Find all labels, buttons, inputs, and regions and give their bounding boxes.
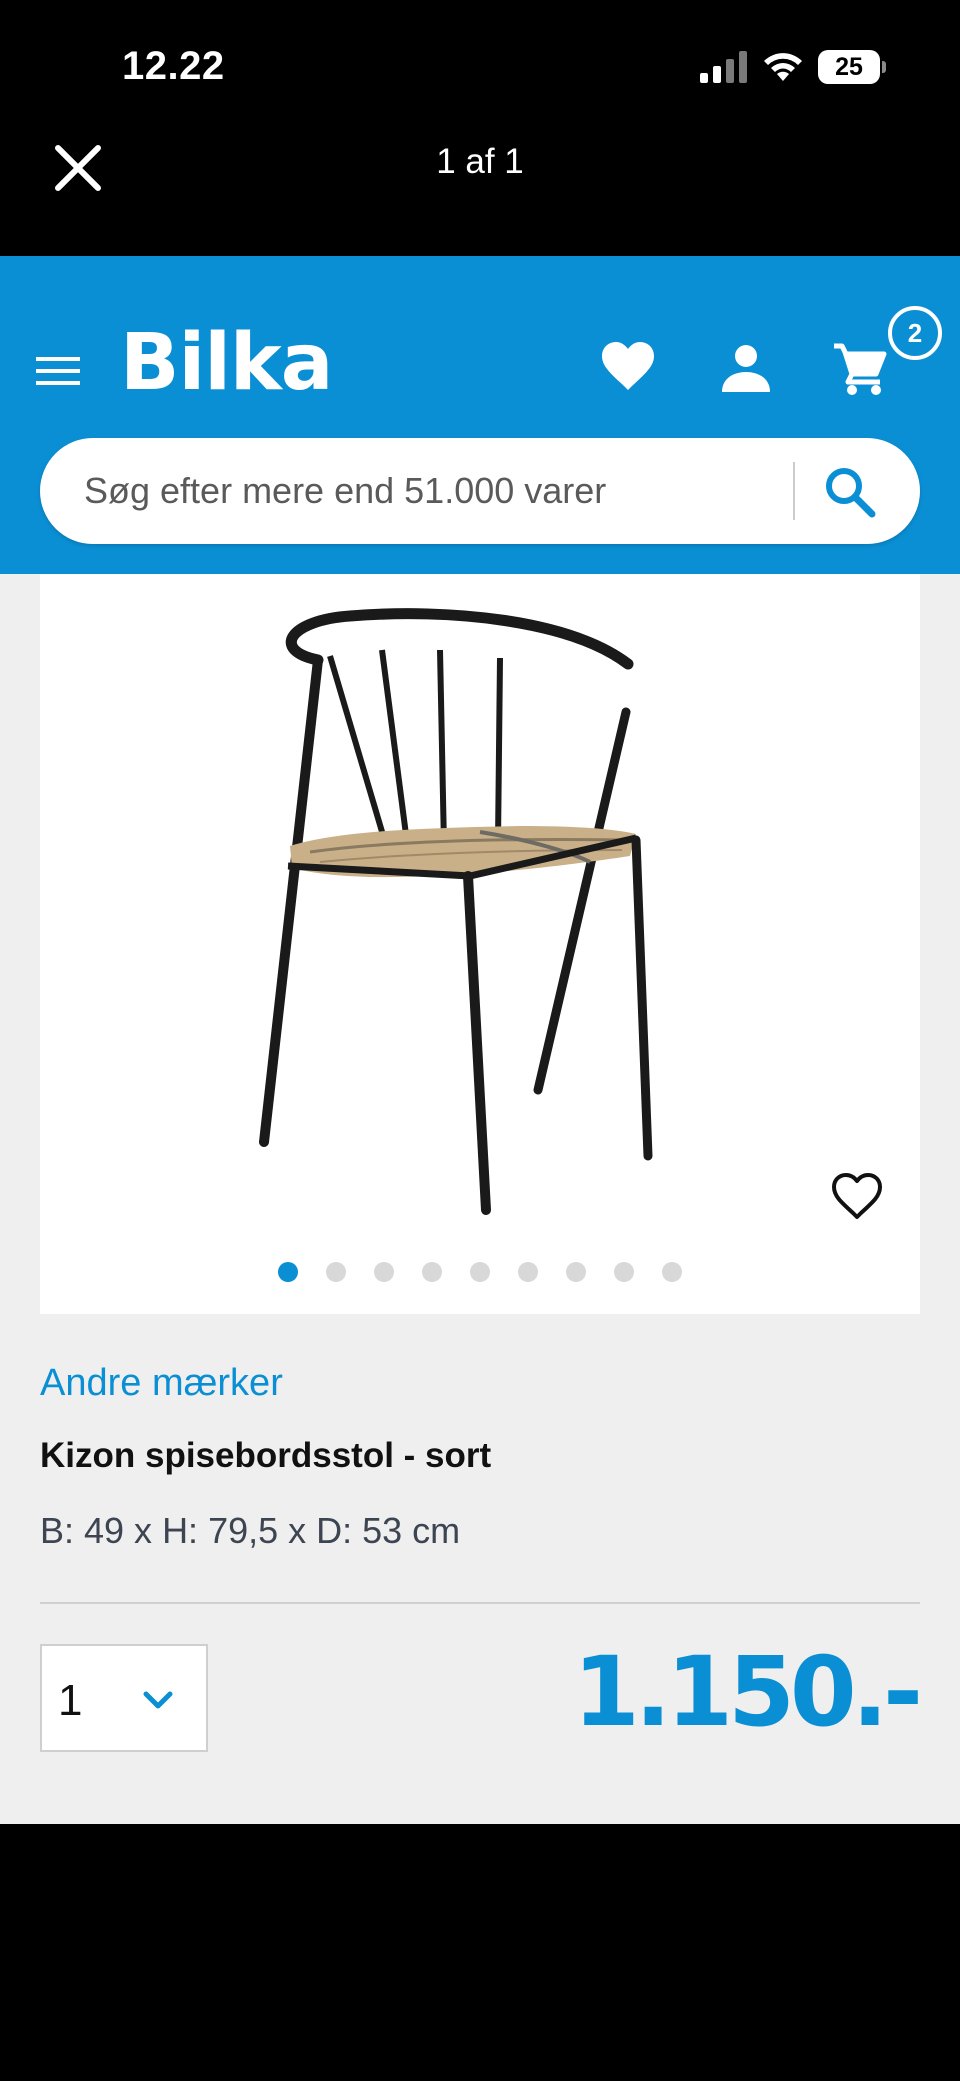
- carousel-pagination: [40, 1262, 920, 1282]
- product-dimensions: B: 49 x H: 79,5 x D: 53 cm: [40, 1510, 461, 1551]
- divider: [40, 1602, 920, 1604]
- carousel-dot[interactable]: [422, 1262, 442, 1282]
- carousel-dot[interactable]: [518, 1262, 538, 1282]
- quantity-select[interactable]: 1: [40, 1644, 208, 1752]
- wifi-icon: [764, 53, 802, 81]
- carousel-dot[interactable]: [326, 1262, 346, 1282]
- chevron-down-icon: [143, 1691, 173, 1709]
- viewer-page-counter: 1 af 1: [436, 142, 524, 181]
- search-divider: [793, 462, 795, 520]
- heart-icon[interactable]: [600, 340, 656, 396]
- product-title: Kizon spisebordsstol - sort: [40, 1436, 492, 1475]
- product-image-carousel[interactable]: [40, 574, 920, 1314]
- status-icons: 25: [700, 50, 886, 84]
- product-brand-link[interactable]: Andre mærker: [40, 1362, 283, 1405]
- heart-outline-icon[interactable]: [830, 1170, 884, 1224]
- carousel-dot[interactable]: [374, 1262, 394, 1282]
- search-bar: [40, 438, 920, 544]
- cart-count-badge: 2: [888, 306, 942, 360]
- status-time: 12.22: [122, 44, 225, 88]
- viewer-bar: 1 af 1: [0, 130, 960, 256]
- carousel-dot[interactable]: [278, 1262, 298, 1282]
- battery-indicator: 25: [818, 50, 886, 84]
- product-price: 1.150.-: [573, 1636, 923, 1748]
- app-header: Bilka 2: [0, 256, 960, 574]
- shopping-cart-icon[interactable]: [832, 340, 888, 396]
- carousel-dot[interactable]: [470, 1262, 490, 1282]
- carousel-dot[interactable]: [662, 1262, 682, 1282]
- product-detail: Andre mærker Kizon spisebordsstol - sort…: [0, 574, 960, 1824]
- search-input[interactable]: [84, 438, 804, 544]
- hamburger-menu-icon[interactable]: [34, 351, 82, 391]
- signal-icon: [700, 51, 747, 83]
- quantity-value: 1: [58, 1676, 83, 1725]
- bilka-logo[interactable]: Bilka: [120, 318, 333, 408]
- bottom-area: [0, 1824, 960, 2081]
- status-bar: 12.22 25: [0, 0, 960, 130]
- user-icon[interactable]: [718, 340, 774, 396]
- carousel-dot[interactable]: [566, 1262, 586, 1282]
- search-icon[interactable]: [820, 462, 880, 522]
- product-image-chair: [259, 608, 653, 1215]
- carousel-dot[interactable]: [614, 1262, 634, 1282]
